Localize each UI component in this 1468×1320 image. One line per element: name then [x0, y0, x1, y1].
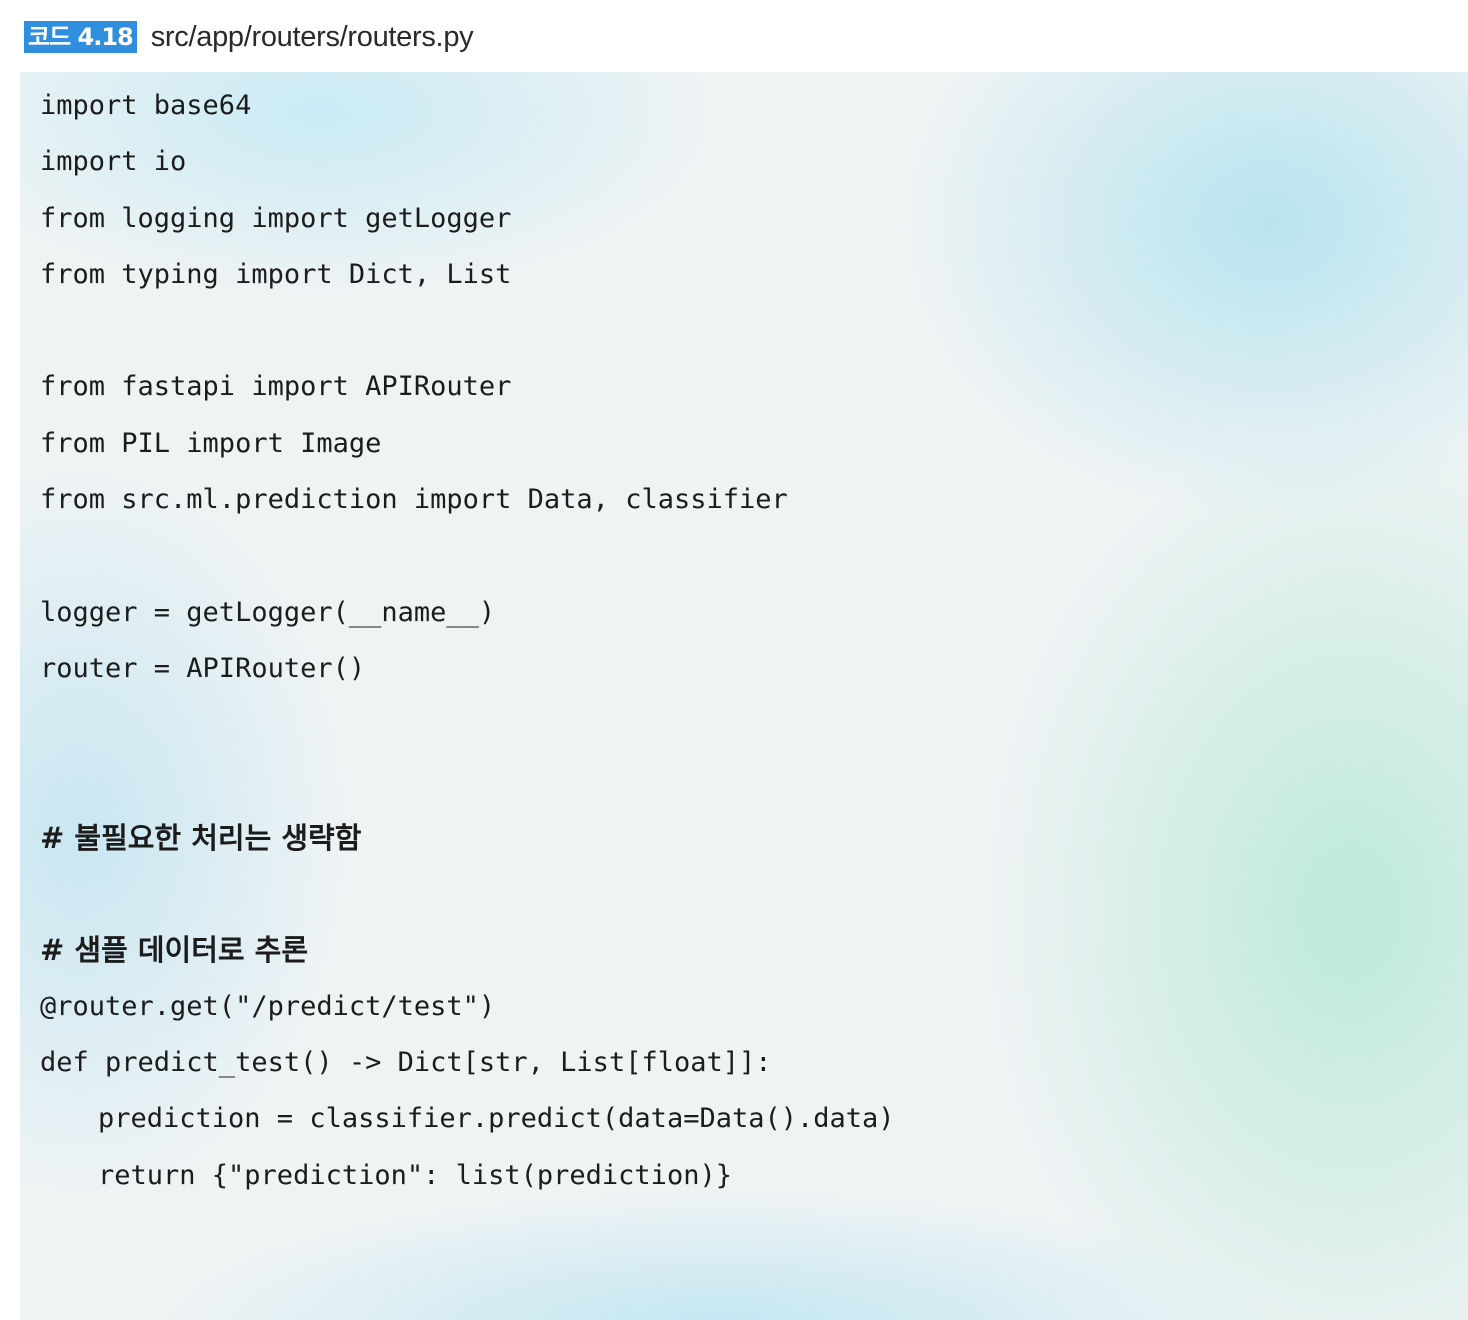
code-function-def: def predict_test() -> Dict[str, List[flo… — [40, 1047, 772, 1079]
code-line-indented: prediction = classifier.predict(data=Dat… — [98, 1103, 895, 1135]
code-line: from fastapi import APIRouter — [40, 371, 512, 403]
code-number-badge: 코드 4.18 — [24, 21, 137, 53]
code-comment: # 샘플 데이터로 추론 — [40, 933, 309, 968]
code-comment: # 불필요한 처리는 생략함 — [40, 820, 362, 855]
code-caption: 코드 4.18 src/app/routers/routers.py — [24, 20, 474, 54]
code-listing-box: import base64 import io from logging imp… — [20, 72, 1468, 1320]
code-line: import io — [40, 146, 187, 178]
code-line: logger = getLogger(__name__) — [40, 596, 496, 628]
code-line: from typing import Dict, List — [40, 258, 512, 290]
code-line: import base64 — [40, 90, 252, 121]
code-block: import base64 import io from logging imp… — [40, 84, 895, 1210]
code-filename: src/app/routers/routers.py — [150, 20, 474, 53]
code-line: from src.ml.prediction import Data, clas… — [40, 484, 788, 516]
code-line: router = APIRouter() — [40, 652, 366, 684]
code-decorator: @router.get("/predict/test") — [40, 990, 496, 1022]
code-line: from PIL import Image — [40, 427, 382, 459]
code-line: from logging import getLogger — [40, 202, 512, 234]
code-line-indented: return {"prediction": list(prediction)} — [98, 1159, 732, 1191]
